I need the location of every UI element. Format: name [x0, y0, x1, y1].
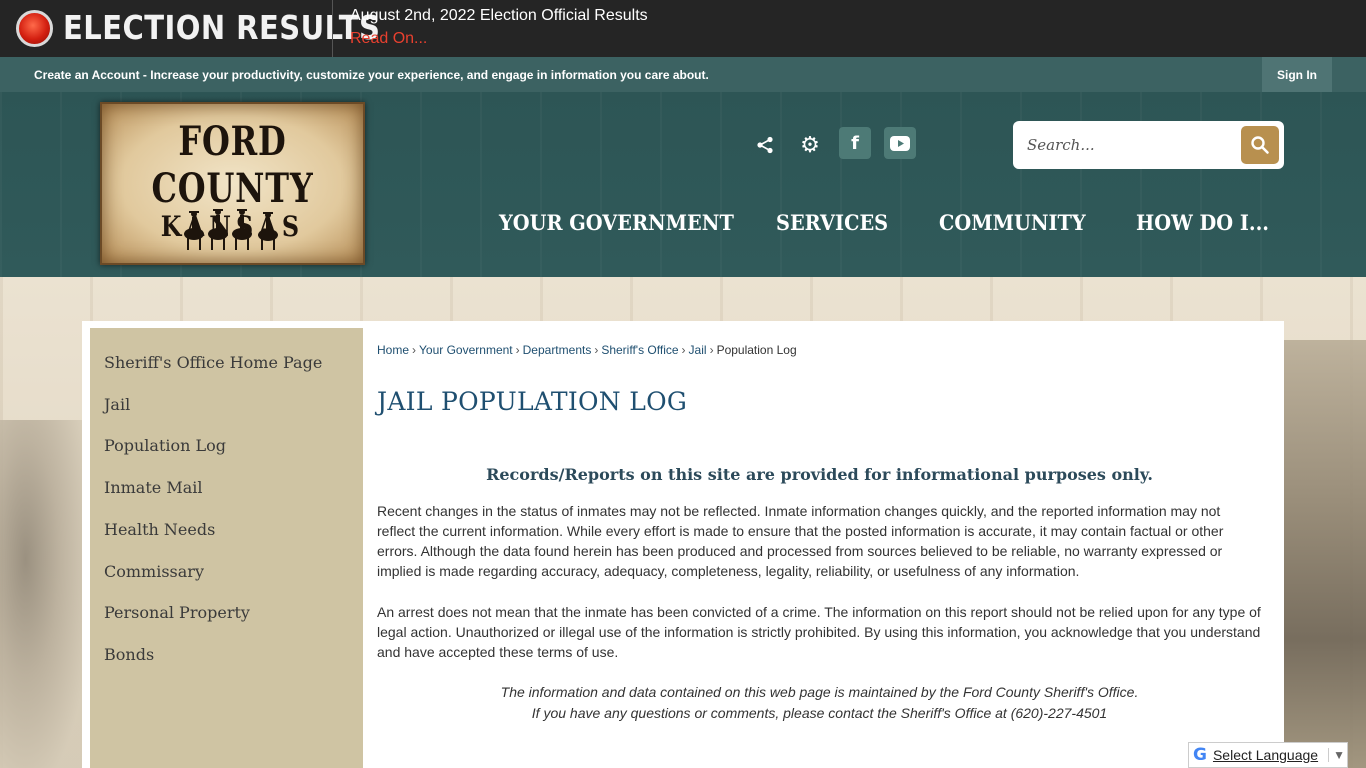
contact-note: If you have any questions or comments, p… — [531, 705, 1108, 721]
sidebar-item-commissary[interactable]: Commissary — [104, 562, 204, 581]
horse-riders-icon — [184, 209, 278, 250]
sidebar-item-sheriffs-office[interactable]: Sheriff's Office Home Page — [104, 353, 322, 372]
select-language-label[interactable]: Select Language — [1213, 747, 1318, 763]
search-box — [1013, 121, 1284, 169]
sidebar-item-inmate-mail[interactable]: Inmate Mail — [104, 478, 202, 497]
breadcrumb-current: Population Log — [716, 343, 797, 357]
sidebar-menu: Sheriff's Office Home Page Jail Populati… — [90, 328, 363, 768]
historic-portrait-photo — [1284, 340, 1366, 768]
nav-how-do-i[interactable]: HOW DO I... — [1136, 210, 1269, 235]
search-input[interactable] — [1027, 135, 1237, 155]
disclaimer-paragraph-1: Recent changes in the status of inmates … — [377, 503, 1224, 579]
alert-headline: August 2nd, 2022 Election Official Resul… — [350, 7, 648, 24]
site-header: FORD COUNTY KANSAS — [0, 92, 1366, 277]
breadcrumb-jail[interactable]: Jail — [689, 343, 707, 357]
nav-services[interactable]: SERVICES — [776, 210, 888, 235]
nav-your-government[interactable]: YOUR GOVERNMENT — [499, 210, 734, 235]
logo-line1: FORD COUNTY — [151, 118, 314, 212]
create-account-link[interactable]: Create an Account - Increase your produc… — [34, 68, 709, 82]
facebook-icon[interactable]: f — [839, 127, 871, 159]
search-icon — [1251, 136, 1269, 154]
google-icon: G — [1193, 745, 1207, 765]
share-icon[interactable] — [749, 129, 781, 161]
page-title: JAIL POPULATION LOG — [377, 387, 688, 416]
disclaimer-paragraph-2: An arrest does not mean that the inmate … — [377, 604, 1261, 660]
breadcrumb-your-government[interactable]: Your Government — [419, 343, 513, 357]
alert-indicator-icon — [16, 10, 53, 47]
google-translate-widget[interactable]: G Select Language ▼ — [1188, 742, 1348, 768]
maintained-by-note: The information and data contained on th… — [500, 684, 1139, 700]
alert-read-on-link[interactable]: Read On... — [350, 30, 427, 48]
breadcrumb-sheriffs-office[interactable]: Sheriff's Office — [601, 343, 678, 357]
sidebar-item-health-needs[interactable]: Health Needs — [104, 520, 215, 539]
longhorn-photo — [0, 420, 85, 768]
search-button[interactable] — [1241, 126, 1279, 164]
nav-community[interactable]: COMMUNITY — [939, 210, 1086, 235]
alert-divider — [332, 0, 333, 57]
breadcrumb-departments[interactable]: Departments — [523, 343, 592, 357]
gear-icon[interactable]: ⚙ — [794, 129, 826, 161]
sidebar-item-population-log[interactable]: Population Log — [104, 436, 226, 455]
chevron-down-icon[interactable]: ▼ — [1328, 748, 1345, 762]
ford-county-logo[interactable]: FORD COUNTY KANSAS — [100, 102, 365, 265]
account-bar: Create an Account - Increase your produc… — [0, 57, 1366, 92]
disclaimer-heading: Records/Reports on this site are provide… — [486, 465, 1153, 484]
sidebar-item-personal-property[interactable]: Personal Property — [104, 603, 250, 622]
sidebar-item-jail[interactable]: Jail — [104, 395, 130, 414]
youtube-icon[interactable] — [884, 127, 916, 159]
main-content: Sheriff's Office Home Page Jail Populati… — [82, 321, 1284, 768]
emergency-alert-bar: ELECTION RESULTS August 2nd, 2022 Electi… — [0, 0, 1366, 57]
breadcrumb-home[interactable]: Home — [377, 343, 409, 357]
sidebar-item-bonds[interactable]: Bonds — [104, 645, 154, 664]
breadcrumb: Home › Your Government › Departments › Sheriff… — [377, 343, 797, 357]
sign-in-button[interactable]: Sign In — [1262, 57, 1332, 92]
